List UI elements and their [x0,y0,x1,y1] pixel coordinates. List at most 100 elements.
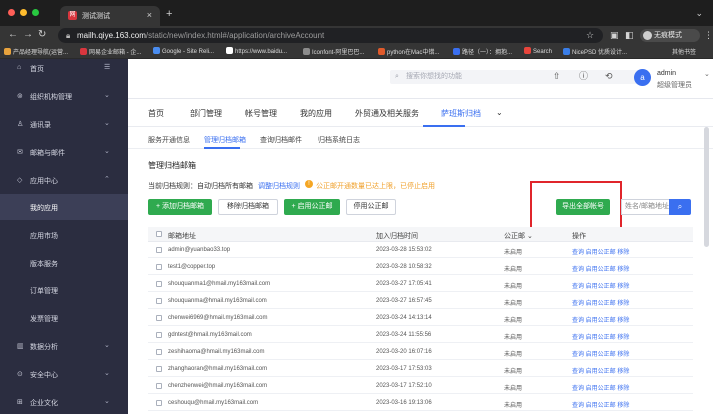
bookmark-item[interactable]: Iconfont-阿里巴巴... [303,47,364,56]
nav-my-apps[interactable]: 我的应用 [300,108,332,119]
scrollbar[interactable] [704,127,709,247]
address-bar[interactable]: 🔒︎ mailh.qiye.163.com/static/new/index.h… [58,28,603,43]
collapse-menu-icon[interactable]: ☰ [104,63,110,71]
cell-actions[interactable]: 查询 启用公正邮 移除 [572,298,629,307]
cell-actions[interactable]: 查询 启用公正邮 移除 [572,264,629,273]
disable-notary-button[interactable]: 停用公正邮 [346,199,396,215]
bookmark-icon [4,48,11,55]
maximize-window-button[interactable] [32,9,39,16]
cell-actions[interactable]: 查询 启用公正邮 移除 [572,281,629,290]
select-all-checkbox[interactable] [156,231,162,237]
row-checkbox[interactable] [156,332,162,338]
new-tab-icon[interactable]: + [166,9,172,20]
tab-manage-archive[interactable]: 管理归档邮箱 [204,135,246,145]
sidebar-item-home[interactable]: ⌂ 首页 ☰ [0,59,128,81]
cell-actions[interactable]: 查询 启用公正邮 移除 [572,247,629,256]
sidebar-item-org[interactable]: ⊚ 组织机构管理 ⌄ [0,83,128,109]
nav-sox-archive[interactable]: 萨班斯归档 [441,108,481,119]
nav-trade-services[interactable]: 外贸通及相关服务 [355,108,419,119]
adjust-rule-link[interactable]: 调整归档规则 [258,181,300,191]
row-checkbox[interactable] [156,298,162,304]
nav-home[interactable]: 首页 [148,108,164,119]
bookmark-item[interactable]: Google - Site Reli... [153,47,214,55]
remove-archive-button[interactable]: 移除归档邮箱 [218,199,278,215]
admin-name[interactable]: admin [657,70,676,77]
sidebar-item-culture[interactable]: ⊞ 企业文化 ⌄ [0,389,128,414]
bookmark-item[interactable]: 路径（一）：拥抱... [453,47,512,56]
extensions-icon[interactable]: ◧ [625,30,634,41]
feature-search-input[interactable]: ⌕ 搜索你想找的功能 [390,70,640,84]
bookmark-item[interactable]: python在Mac中错... [378,47,439,56]
row-checkbox[interactable] [156,400,162,406]
row-checkbox[interactable] [156,281,162,287]
sidebar-item-version[interactable]: 版本服务 [0,250,128,276]
sidebar-item-contacts[interactable]: ♙ 通讯录 ⌄ [0,111,128,137]
cell-notary-status: 未启用 [504,284,523,290]
minimize-window-button[interactable] [20,9,27,16]
cell-actions[interactable]: 查询 启用公正邮 移除 [572,315,629,324]
sidebar-item-label: 发票管理 [30,316,58,323]
search-button[interactable]: ⌕ [669,199,691,215]
chevron-down-icon: ⌄ [104,342,110,349]
sidebar-item-label: 我的应用 [30,205,58,212]
sidebar-item-app-market[interactable]: 应用市场 [0,222,128,248]
cell-actions[interactable]: 查询 启用公正邮 移除 [572,400,629,409]
bookmark-star-icon[interactable]: ☆ [586,30,594,41]
sidebar-item-analytics[interactable]: ▥ 数据分析 ⌄ [0,333,128,359]
cell-actions[interactable]: 查询 启用公正邮 移除 [572,366,629,375]
sidebar-item-my-apps[interactable]: 我的应用 [0,194,128,220]
sidebar-item-label: 组织机构管理 [30,94,72,101]
header-notary[interactable]: 公正邮 ⌄ [504,231,533,241]
sidebar-item-app-center[interactable]: ◇ 应用中心 ⌃ [0,167,128,193]
avatar[interactable]: a [634,69,651,86]
enable-notary-button[interactable]: + 启用公正邮 [284,199,340,215]
sidebar-item-mail[interactable]: ✉ 邮箱与邮件 ⌄ [0,139,128,165]
shield-icon: ⊙ [17,371,23,378]
row-checkbox[interactable] [156,349,162,355]
cell-time: 2023-03-17 17:53:03 [376,366,432,372]
cell-actions[interactable]: 查询 启用公正邮 移除 [572,383,629,392]
url-path: /static/new/index.html#/application/arch… [145,31,325,40]
sidepanel-icon[interactable]: ▣ [610,30,619,41]
nav-more-icon[interactable]: ⌄ [496,108,503,117]
upload-icon[interactable]: ⇧ [553,72,561,81]
reload-icon[interactable]: ↻ [38,30,46,40]
tab-service-info[interactable]: 服务开通信息 [148,135,190,145]
cell-actions[interactable]: 查询 启用公正邮 移除 [572,332,629,341]
add-archive-button[interactable]: + 添加归档邮箱 [148,199,212,215]
bookmark-item[interactable]: NicePSD 优质设计... [563,47,627,56]
chevron-down-icon[interactable]: ⌄ [704,70,710,78]
table-row: gdntest@hmail.my163mail.com 2023-03-24 11… [148,328,693,343]
browser-tab[interactable]: 网 测试测试 × [60,6,160,26]
row-checkbox[interactable] [156,247,162,253]
sidebar-item-invoices[interactable]: 发票管理 [0,305,128,331]
row-checkbox[interactable] [156,264,162,270]
bookmark-item[interactable]: Search [524,47,552,55]
bookmark-item[interactable]: 网易企业邮箱 - 企... [80,47,141,56]
nav-departments[interactable]: 部门管理 [190,108,222,119]
sidebar-item-security[interactable]: ⊙ 安全中心 ⌄ [0,361,128,387]
incognito-profile-button[interactable]: 无痕模式 [640,29,700,42]
tab-list-chevron-icon[interactable]: ⌄ [695,8,703,19]
main-nav: 首页 部门管理 帐号管理 我的应用 外贸通及相关服务 萨班斯归档 ⌄ [128,99,713,127]
tab-archive-log[interactable]: 归档系统日志 [318,135,360,145]
sidebar-item-orders[interactable]: 订单管理 [0,277,128,303]
close-tab-icon[interactable]: × [147,10,152,20]
bookmark-item[interactable]: https://www.baidu... [226,47,287,55]
tab-query-archive[interactable]: 查询归档邮件 [260,135,302,145]
help-icon[interactable]: ⓘ [579,72,588,81]
bookmark-item[interactable]: 产品经理导航(运营... [4,47,68,56]
close-window-button[interactable] [8,9,15,16]
back-icon[interactable]: ← [8,30,18,40]
row-checkbox[interactable] [156,383,162,389]
row-checkbox[interactable] [156,366,162,372]
cell-actions[interactable]: 查询 启用公正邮 移除 [572,349,629,358]
section-title: 管理归档邮箱 [148,161,196,170]
menu-icon[interactable]: ⋮ [704,30,713,41]
forward-icon[interactable]: → [23,30,33,40]
name-email-search-input[interactable]: 姓名/邮箱地址 [621,199,669,215]
refresh-icon[interactable]: ⟲ [605,72,613,81]
other-bookmarks[interactable]: 其他书签 [672,47,696,56]
row-checkbox[interactable] [156,315,162,321]
nav-accounts[interactable]: 帐号管理 [245,108,277,119]
